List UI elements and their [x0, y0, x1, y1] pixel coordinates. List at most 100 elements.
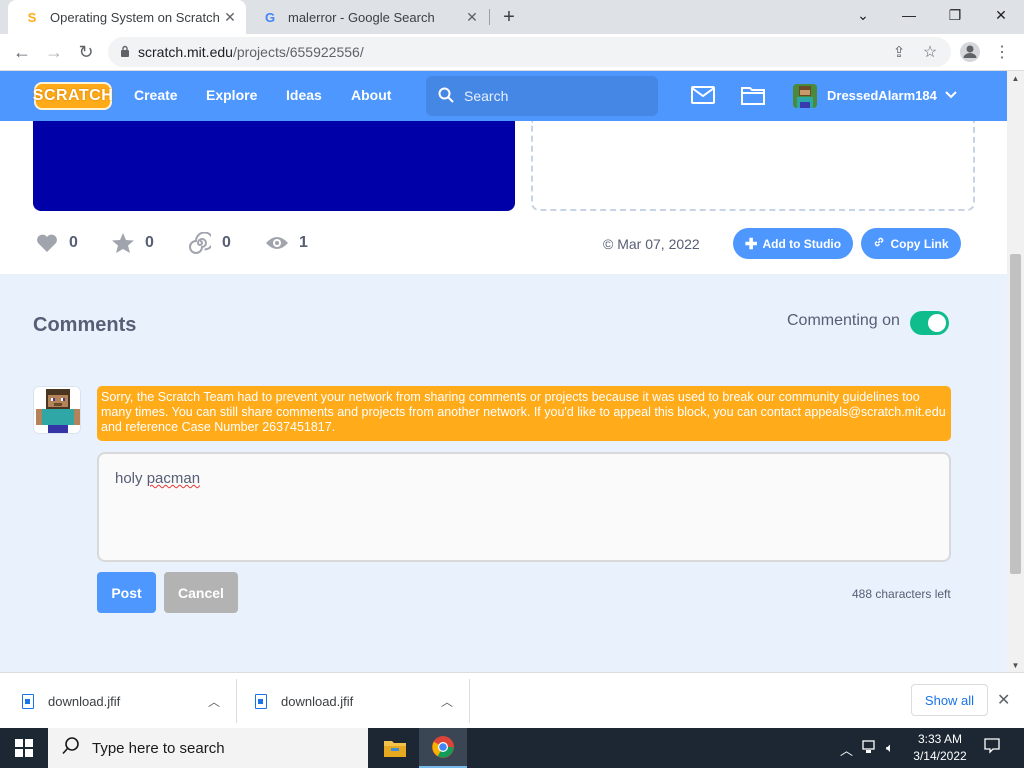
heart-icon — [35, 231, 59, 255]
new-tab-button[interactable]: + — [497, 5, 521, 29]
volume-icon[interactable]: 🔈︎ — [886, 740, 894, 756]
image-file-icon — [255, 693, 267, 709]
share-date: © Mar 07, 2022 — [603, 236, 700, 252]
comment-draft-misspelled: pacman — [146, 470, 201, 487]
add-to-studio-label: Add to Studio — [762, 236, 842, 251]
add-to-studio-button[interactable]: ✚ Add to Studio — [733, 228, 853, 259]
comments-section: Comments Commenting on Sorry, the Scratc… — [0, 274, 1007, 672]
bookmark-star-icon[interactable]: ☆ — [916, 38, 944, 66]
username[interactable]: DressedAlarm184 — [827, 88, 937, 103]
project-notes-box — [531, 121, 975, 211]
search-icon — [62, 737, 80, 759]
clock-time: 3:33 AM — [917, 732, 963, 746]
url-host: scratch.mit.edu — [138, 44, 233, 60]
menu-kebab-icon[interactable]: ⋮ — [988, 38, 1016, 66]
address-bar[interactable]: scratch.mit.edu/projects/655922556/ — [108, 37, 951, 67]
close-tab-icon[interactable]: ✕ — [222, 9, 238, 25]
windows-start-icon[interactable] — [0, 728, 48, 768]
my-stuff-folder-icon[interactable] — [740, 84, 766, 106]
star-icon — [111, 231, 135, 255]
tab-scratch[interactable]: S Operating System on Scratch ✕ — [8, 0, 246, 34]
remixes-stat: 0 — [188, 231, 231, 255]
scratch-favicon-icon: S — [27, 9, 37, 25]
copy-link-button[interactable]: Copy Link — [861, 228, 961, 259]
characters-left: 488 characters left — [852, 587, 951, 601]
taskbar-search-box[interactable]: Type here to search — [48, 728, 368, 768]
file-explorer-icon[interactable] — [371, 728, 419, 768]
messages-envelope-icon[interactable] — [690, 84, 716, 106]
share-icon[interactable]: ⇪ — [885, 38, 913, 66]
restore-button[interactable]: ❐ — [932, 0, 978, 30]
loves-stat[interactable]: 0 — [35, 231, 78, 255]
tray-chevron-up-icon[interactable]: ︿ — [840, 740, 853, 759]
copy-link-label: Copy Link — [890, 236, 949, 251]
chevron-up-icon[interactable]: ︿ — [208, 693, 220, 710]
tab-google-search[interactable]: G malerror - Google Search ✕ — [246, 0, 488, 34]
nav-ideas[interactable]: Ideas — [286, 87, 322, 103]
scratch-logo[interactable]: SCRATCH — [33, 82, 113, 110]
scroll-down-arrow-icon[interactable]: ▼ — [1007, 658, 1024, 672]
chevron-down-icon[interactable] — [938, 84, 964, 106]
clock-date: 3/14/2022 — [913, 749, 967, 763]
comment-textarea[interactable]: holy pacman — [97, 452, 951, 562]
forward-arrow-icon[interactable]: → — [40, 38, 68, 66]
share-date-value: Mar 07, 2022 — [617, 236, 700, 252]
scratch-search-input[interactable]: Search — [426, 76, 658, 116]
browser-tab-strip: S Operating System on Scratch ✕ G malerr… — [0, 0, 1024, 34]
commenter-avatar[interactable] — [33, 386, 81, 434]
download-filename: download.jfif — [281, 693, 354, 709]
nav-explore[interactable]: Explore — [206, 87, 257, 103]
back-arrow-icon[interactable]: ← — [8, 38, 36, 66]
network-block-alert: Sorry, the Scratch Team had to prevent y… — [97, 386, 951, 441]
chevron-up-icon[interactable]: ︿ — [441, 693, 453, 710]
close-window-button[interactable]: ✕ — [978, 0, 1024, 30]
download-item[interactable]: download.jfif ︿ — [0, 679, 236, 723]
download-shelf: download.jfif ︿ download.jfif ︿ Show all… — [0, 672, 1024, 728]
taskbar-clock[interactable]: 3:33 AM 3/14/2022 — [905, 731, 975, 765]
commenting-status-label: Commenting on — [787, 312, 900, 329]
post-button[interactable]: Post — [97, 572, 156, 613]
notification-center-icon[interactable] — [984, 738, 1000, 757]
profile-icon[interactable] — [956, 38, 984, 66]
windows-taskbar: Type here to search ︿ 🔈︎ 3:33 AM 3/14/20… — [0, 728, 1024, 768]
tab-title: malerror - Google Search — [288, 9, 435, 25]
link-icon — [873, 236, 885, 251]
comments-heading: Comments — [33, 314, 137, 336]
download-item[interactable]: download.jfif ︿ — [237, 679, 469, 723]
cancel-button[interactable]: Cancel — [164, 572, 238, 613]
show-all-downloads-button[interactable]: Show all — [911, 684, 988, 716]
download-divider — [469, 679, 470, 723]
browser-toolbar: ← → ↻ scratch.mit.edu/projects/655922556… — [0, 34, 1024, 71]
nav-create[interactable]: Create — [134, 87, 178, 103]
chrome-taskbar-icon[interactable] — [419, 728, 467, 768]
minimize-button[interactable]: — — [886, 0, 932, 30]
google-favicon-icon: G — [264, 9, 276, 25]
taskbar-search-placeholder: Type here to search — [92, 739, 225, 757]
comment-draft-text: holy — [115, 470, 147, 487]
reload-icon[interactable]: ↻ — [72, 38, 100, 66]
project-stage[interactable] — [33, 121, 515, 211]
remixes-count: 0 — [222, 234, 231, 251]
favorites-stat[interactable]: 0 — [111, 231, 154, 255]
network-icon[interactable] — [862, 740, 878, 757]
remix-spiral-icon — [188, 231, 212, 255]
scrollbar-thumb[interactable] — [1010, 254, 1021, 574]
loves-count: 0 — [69, 234, 78, 251]
scratch-navbar: SCRATCH Create Explore Ideas About Searc… — [0, 71, 1007, 121]
search-placeholder: Search — [464, 88, 509, 104]
close-tab-icon[interactable]: ✕ — [464, 9, 480, 25]
tab-divider — [489, 9, 490, 25]
user-avatar-small[interactable] — [793, 84, 817, 108]
nav-about[interactable]: About — [351, 87, 391, 103]
eye-icon — [265, 231, 289, 255]
commenting-toggle[interactable] — [910, 311, 949, 335]
tab-title: Operating System on Scratch — [50, 9, 220, 25]
views-count: 1 — [299, 234, 308, 251]
scroll-up-arrow-icon[interactable]: ▲ — [1007, 71, 1024, 85]
tab-search-chevron-icon[interactable]: ⌄ — [840, 0, 886, 30]
plus-icon: ✚ — [744, 235, 758, 253]
page-scrollbar[interactable]: ▲ ▼ — [1007, 71, 1024, 672]
project-page: 0 0 0 1 © Mar 07, 2022 ✚ Add to Studio C… — [0, 121, 1007, 672]
close-icon[interactable]: ✕ — [997, 690, 1010, 710]
lock-icon — [120, 44, 130, 60]
